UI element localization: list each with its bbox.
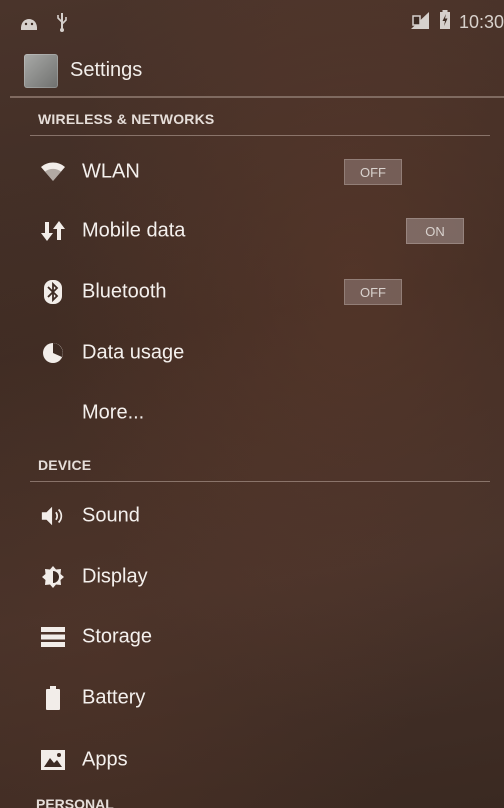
battery-icon <box>40 685 66 711</box>
section-divider-device <box>30 481 490 482</box>
mobile-data-toggle[interactable]: ON <box>406 218 464 244</box>
settings-item-storage[interactable]: Storage <box>0 607 504 667</box>
settings-screen: 10:30 Settings WIRELESS & NETWORKS WLAN … <box>0 0 504 808</box>
battery-charging-icon <box>439 10 451 35</box>
settings-item-display[interactable]: Display <box>0 547 504 607</box>
settings-item-label: Bluetooth <box>82 280 167 303</box>
section-divider-wireless <box>30 135 490 136</box>
settings-item-label: Apps <box>82 748 128 771</box>
apps-icon <box>40 747 66 773</box>
action-bar-divider <box>10 96 504 98</box>
section-header-wireless: WIRELESS & NETWORKS <box>38 111 215 127</box>
status-bar-left <box>18 12 68 37</box>
notification-icon <box>18 14 40 35</box>
action-bar: Settings <box>0 42 504 97</box>
settings-item-label: Storage <box>82 625 153 648</box>
settings-item-label: Sound <box>82 504 140 527</box>
settings-item-mobile-data[interactable]: Mobile data ON <box>0 201 504 261</box>
bluetooth-toggle[interactable]: OFF <box>344 279 402 305</box>
display-icon <box>40 564 66 590</box>
settings-item-battery[interactable]: Battery <box>0 668 504 728</box>
settings-item-label: Data usage <box>82 341 185 364</box>
section-header-device: DEVICE <box>38 457 92 473</box>
settings-item-data-usage[interactable]: Data usage <box>0 323 504 383</box>
settings-item-label: More... <box>82 401 145 424</box>
status-bar: 10:30 <box>0 0 504 42</box>
status-bar-right: 10:30 <box>409 10 504 35</box>
settings-item-bluetooth[interactable]: Bluetooth OFF <box>0 262 504 322</box>
page-title: Settings <box>70 59 143 81</box>
settings-item-label: Mobile data <box>82 219 186 242</box>
storage-icon <box>40 624 66 650</box>
mobile-data-icon <box>40 218 66 244</box>
usb-icon <box>56 12 68 37</box>
settings-item-label: WLAN <box>82 160 140 183</box>
settings-item-label: Display <box>82 565 148 588</box>
status-time: 10:30 <box>458 12 504 32</box>
settings-app-icon[interactable] <box>24 54 58 88</box>
wlan-toggle[interactable]: OFF <box>344 159 402 185</box>
settings-item-sound[interactable]: Sound <box>0 486 504 546</box>
settings-item-label: Battery <box>82 686 146 709</box>
sim-signal-icon <box>409 10 431 35</box>
section-header-personal: PERSONAL <box>36 796 114 808</box>
settings-item-apps[interactable]: Apps <box>0 730 504 790</box>
data-usage-icon <box>40 340 66 366</box>
settings-item-wlan[interactable]: WLAN OFF <box>0 142 504 202</box>
settings-item-more[interactable]: More... <box>0 383 504 443</box>
sound-icon <box>40 503 66 529</box>
bluetooth-icon <box>40 279 66 305</box>
wifi-icon <box>40 159 66 185</box>
